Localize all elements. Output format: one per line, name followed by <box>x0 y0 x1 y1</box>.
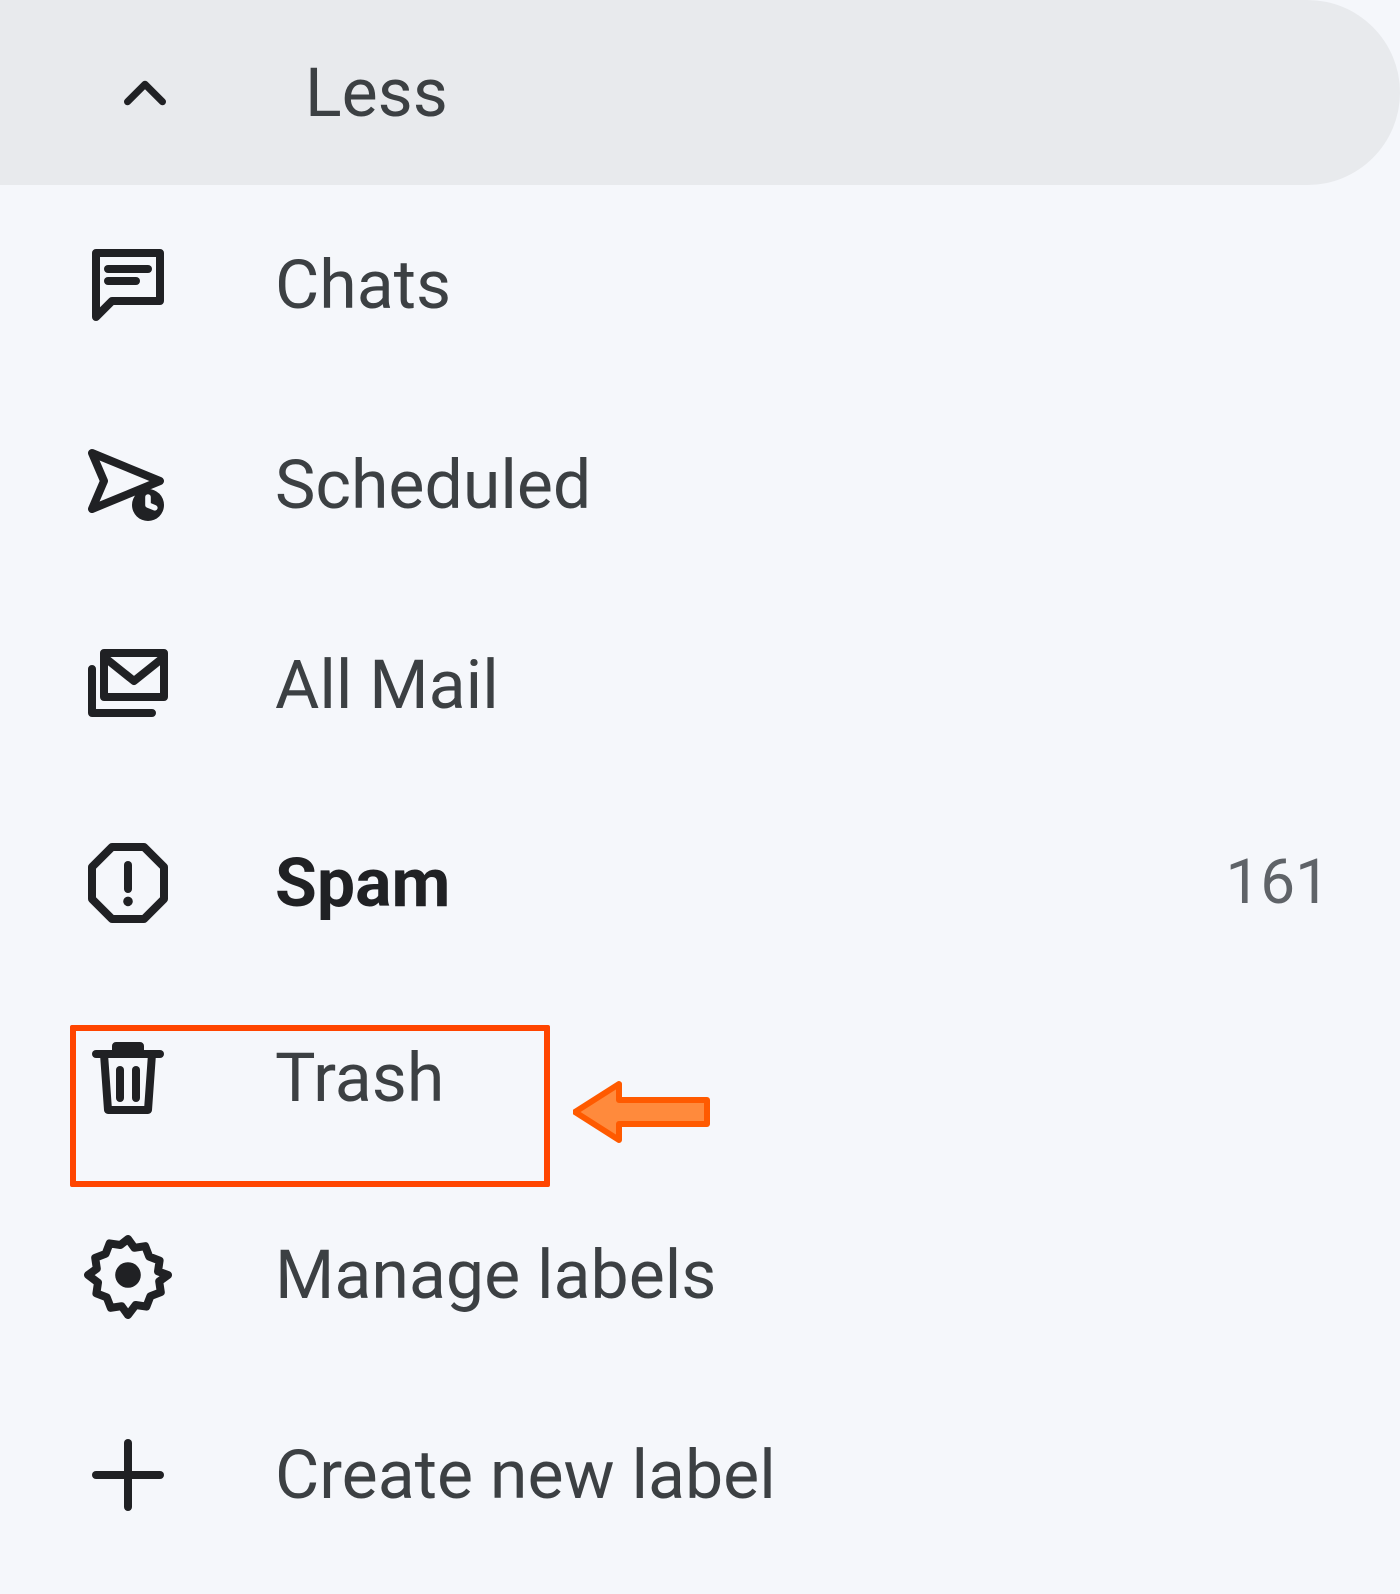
sidebar-item-label: Trash <box>275 1038 444 1118</box>
sidebar-item-label: Less <box>305 53 448 133</box>
trash-icon <box>80 1030 190 1126</box>
sidebar-item-count: 161 <box>1225 846 1330 919</box>
sidebar-item-trash[interactable]: Trash <box>0 980 1400 1175</box>
sidebar-item-spam[interactable]: Spam 161 <box>0 785 1400 980</box>
plus-icon <box>80 1427 190 1523</box>
sidebar-item-all-mail[interactable]: All Mail <box>0 585 1400 785</box>
sidebar-item-label: Scheduled <box>275 445 591 525</box>
sidebar-item-scheduled[interactable]: Scheduled <box>0 385 1400 585</box>
sidebar-item-create-label[interactable]: Create new label <box>0 1375 1400 1575</box>
chat-icon <box>80 237 190 333</box>
sidebar-item-less[interactable]: Less <box>0 0 1400 185</box>
scheduled-icon <box>80 437 190 533</box>
gear-icon <box>80 1227 190 1323</box>
sidebar-item-label: Create new label <box>275 1435 776 1515</box>
sidebar-item-label: Chats <box>275 245 451 325</box>
sidebar-item-label: Spam <box>275 843 450 923</box>
spam-icon <box>80 835 190 931</box>
all-mail-icon <box>80 637 190 733</box>
sidebar-item-manage-labels[interactable]: Manage labels <box>0 1175 1400 1375</box>
sidebar-item-label: Manage labels <box>275 1235 716 1315</box>
chevron-up-icon <box>110 58 220 128</box>
sidebar-item-chats[interactable]: Chats <box>0 185 1400 385</box>
sidebar-item-label: All Mail <box>275 645 499 725</box>
